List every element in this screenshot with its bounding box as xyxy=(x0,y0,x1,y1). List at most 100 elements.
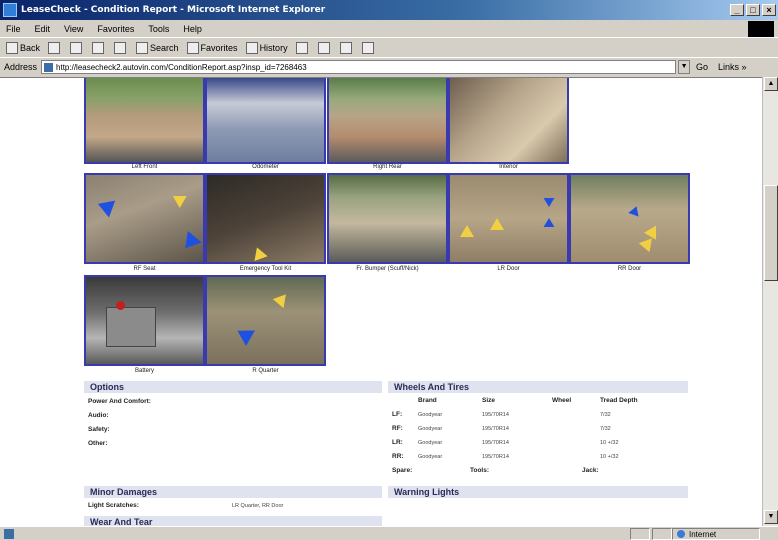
home-button[interactable] xyxy=(114,41,128,54)
tire-brand: Goodyear xyxy=(418,440,443,446)
go-button[interactable]: Go xyxy=(696,62,708,72)
windows-logo-icon xyxy=(748,21,774,37)
tire-size: 195/70R14 xyxy=(482,440,509,446)
back-button[interactable]: Back xyxy=(6,41,41,54)
tire-pos: LF: xyxy=(392,411,403,418)
scroll-up-icon[interactable]: ▲ xyxy=(764,77,778,91)
forward-arrow-icon xyxy=(48,41,61,54)
tools-label: Tools: xyxy=(470,467,490,474)
title-bar: LeaseCheck - Condition Report - Microsof… xyxy=(0,0,778,20)
warning-lights-header: Warning Lights xyxy=(388,486,688,498)
photo-front-bumper[interactable] xyxy=(327,173,448,264)
options-power-label: Power And Comfort: xyxy=(88,398,151,405)
options-other-label: Other: xyxy=(88,440,108,447)
status-bar: Internet xyxy=(0,526,778,540)
stop-icon xyxy=(70,41,83,54)
discuss-button[interactable] xyxy=(361,41,376,54)
edit-button[interactable] xyxy=(339,41,354,54)
menu-file[interactable]: File xyxy=(6,24,21,34)
tire-pos: RF: xyxy=(392,425,403,432)
damage-arrow-yellow xyxy=(272,289,292,309)
damage-arrow-blue xyxy=(543,198,555,207)
caption-lr-door: LR Door xyxy=(497,266,520,272)
caption-right-rear: Right Rear xyxy=(373,164,402,170)
photo-left-front[interactable] xyxy=(84,78,205,164)
status-panel xyxy=(652,528,672,540)
address-dropdown-icon[interactable]: ▼ xyxy=(678,60,691,74)
photo-rr-door[interactable] xyxy=(569,173,690,264)
menu-help[interactable]: Help xyxy=(183,24,202,34)
links-button[interactable]: Links » xyxy=(718,62,747,72)
damage-arrow-blue xyxy=(543,218,555,227)
caption-battery: Battery xyxy=(134,368,154,374)
forward-button[interactable] xyxy=(48,41,62,54)
caption-emergency-tool-kit: Emergency Tool Kit xyxy=(239,266,292,272)
damage-arrow-blue xyxy=(628,204,642,217)
ie-icon xyxy=(3,3,17,17)
edit-icon xyxy=(339,41,352,54)
tire-brand: Goodyear xyxy=(418,412,443,418)
tire-tread: 10 +/32 xyxy=(600,454,619,460)
menu-view[interactable]: View xyxy=(64,24,83,34)
caption-rf-seat: RF Seat xyxy=(133,266,156,272)
status-panel xyxy=(630,528,650,540)
menu-edit[interactable]: Edit xyxy=(35,24,51,34)
photo-emergency-tool-kit[interactable] xyxy=(205,173,326,264)
favorites-button[interactable]: Favorites xyxy=(186,41,238,54)
address-input[interactable]: http://leasecheck2.autovin.com/Condition… xyxy=(41,60,677,74)
search-button[interactable]: Search xyxy=(136,41,179,54)
browser-window: LeaseCheck - Condition Report - Microsof… xyxy=(0,0,778,540)
favorites-label: Favorites xyxy=(200,42,238,53)
caption-left-front: Left Front xyxy=(131,164,158,170)
col-tread-depth: Tread Depth xyxy=(600,397,638,404)
tire-size: 195/70R14 xyxy=(482,454,509,460)
wheels-header: Wheels And Tires xyxy=(388,381,688,393)
photo-lr-door[interactable] xyxy=(448,173,569,264)
back-label: Back xyxy=(20,42,41,53)
close-button[interactable]: × xyxy=(762,4,776,16)
scroll-down-icon[interactable]: ▼ xyxy=(764,510,778,524)
favorites-icon xyxy=(186,41,199,54)
damage-arrow-blue xyxy=(233,322,255,347)
battery-shape xyxy=(106,307,156,347)
scroll-thumb[interactable] xyxy=(764,185,778,281)
photo-r-quarter[interactable] xyxy=(205,275,326,366)
battery-terminal xyxy=(116,301,125,310)
stop-button[interactable] xyxy=(70,41,84,54)
menu-tools[interactable]: Tools xyxy=(148,24,169,34)
print-button[interactable] xyxy=(317,41,332,54)
damage-arrow-yellow xyxy=(460,225,474,237)
caption-rr-door: RR Door xyxy=(617,266,642,272)
photo-rf-seat[interactable] xyxy=(84,173,205,264)
photo-battery[interactable] xyxy=(84,275,205,366)
tire-size: 195/70R14 xyxy=(482,426,509,432)
maximize-button[interactable]: □ xyxy=(746,4,760,16)
menu-favorites[interactable]: Favorites xyxy=(97,24,134,34)
history-label: History xyxy=(259,42,288,53)
photo-odometer[interactable] xyxy=(205,78,326,164)
vertical-scrollbar[interactable]: ▲ ▼ xyxy=(762,77,778,526)
tire-tread: 7/32 xyxy=(600,426,611,432)
history-button[interactable]: History xyxy=(245,41,288,54)
page-status-icon xyxy=(4,528,14,539)
minimize-button[interactable]: _ xyxy=(730,4,744,16)
damage-arrow-blue xyxy=(94,195,116,218)
tire-pos: LR: xyxy=(392,439,403,446)
window-title: LeaseCheck - Condition Report - Microsof… xyxy=(21,5,326,15)
back-arrow-icon xyxy=(6,41,18,54)
damage-arrow-yellow xyxy=(169,189,187,209)
photo-interior[interactable] xyxy=(448,78,569,164)
refresh-button[interactable] xyxy=(92,41,106,54)
print-icon xyxy=(317,41,330,54)
mail-button[interactable] xyxy=(295,41,310,54)
toolbar: Back Search Favorites History xyxy=(0,38,778,58)
caption-interior: Interior xyxy=(499,164,518,170)
damage-arrow-yellow xyxy=(250,244,268,262)
globe-icon xyxy=(677,530,685,538)
discuss-icon xyxy=(361,41,374,54)
photo-right-rear[interactable] xyxy=(327,78,448,164)
zone-label: Internet xyxy=(689,529,717,539)
page-content: Left Front Odometer Right Rear Interior … xyxy=(0,77,762,526)
damage-arrow-blue xyxy=(178,230,202,255)
caption-odometer: Odometer xyxy=(252,164,279,170)
